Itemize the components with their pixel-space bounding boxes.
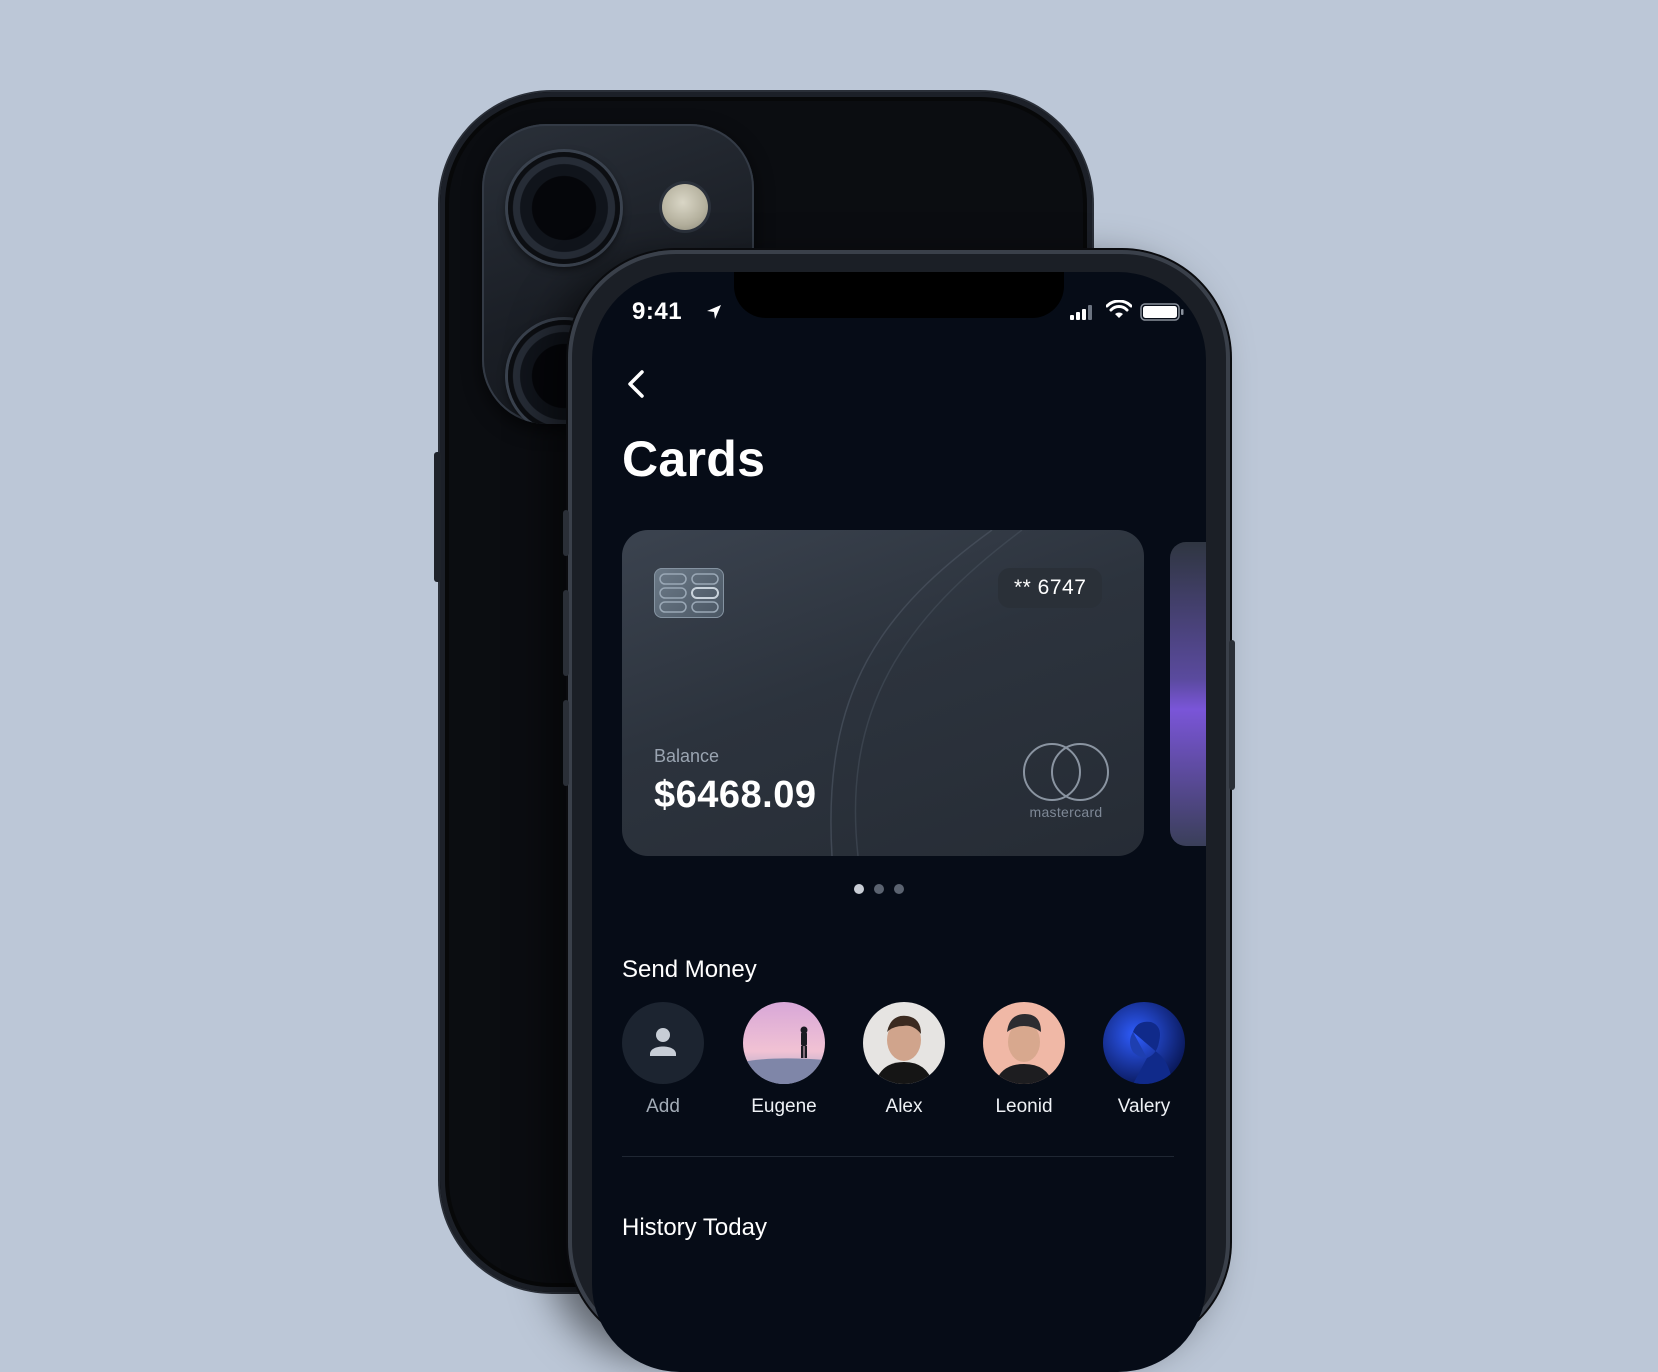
- front-phone: 9:41 Cards ** 6747 Balance $6468.09 mast…: [563, 250, 1235, 1372]
- location-arrow-icon: [707, 305, 721, 319]
- next-card-preview[interactable]: [1170, 542, 1206, 846]
- contact-name: Eugene: [751, 1096, 817, 1117]
- user-add-icon: [650, 1028, 676, 1056]
- send-money-title: Send Money: [622, 956, 757, 983]
- contact-name: Leonid: [995, 1096, 1053, 1117]
- balance-label: Balance: [654, 746, 720, 766]
- add-contact-button[interactable]: Add: [613, 1002, 713, 1118]
- battery-icon: [1140, 303, 1184, 321]
- front-phone-volume-button: [563, 700, 569, 786]
- bank-card[interactable]: ** 6747 Balance $6468.09 mastercard: [622, 530, 1144, 856]
- cellular-signal-icon: [1070, 305, 1092, 320]
- pagination-dot[interactable]: [894, 884, 904, 894]
- contact-leonid[interactable]: Leonid: [974, 1002, 1074, 1118]
- contact-valery[interactable]: Valery: [1094, 1002, 1194, 1118]
- contact-alex[interactable]: Alex: [854, 1002, 954, 1118]
- camera-lens-icon: [508, 152, 620, 264]
- wifi-icon: [1106, 300, 1132, 318]
- front-phone-volume-button: [563, 590, 569, 676]
- contact-name: Valery: [1117, 1096, 1171, 1117]
- pagination-dot[interactable]: [874, 884, 884, 894]
- avatar: [1103, 1002, 1185, 1084]
- pagination-dot-active[interactable]: [854, 884, 864, 894]
- flash-icon: [662, 184, 708, 230]
- notch: [734, 272, 1064, 318]
- card-number: ** 6747: [998, 568, 1103, 608]
- balance-amount: $6468.09: [654, 774, 817, 816]
- card-brand-text: mastercard: [1029, 804, 1103, 820]
- mastercard-logo-icon: [1023, 743, 1109, 801]
- app-screen: 9:41 Cards ** 6747 Balance $6468.09 mast…: [592, 272, 1206, 1372]
- card-pagination: [854, 884, 904, 894]
- contact-eugene[interactable]: Eugene: [734, 1002, 834, 1118]
- contacts-row: Add Eugene Alex Leonid Valery: [622, 1002, 1206, 1132]
- avatar: [863, 1002, 945, 1084]
- section-divider: [622, 1156, 1174, 1157]
- avatar: [743, 1002, 825, 1084]
- back-phone-side-button: [434, 452, 441, 582]
- page-title: Cards: [622, 431, 766, 487]
- contact-name: Alex: [885, 1096, 923, 1117]
- back-chevron-icon[interactable]: [618, 364, 658, 404]
- front-phone-power-button: [1229, 640, 1235, 790]
- card-chip-icon: [654, 568, 724, 618]
- avatar: [983, 1002, 1065, 1084]
- add-contact-label: Add: [646, 1096, 680, 1117]
- add-avatar: [622, 1002, 704, 1084]
- status-time: 9:41: [632, 298, 683, 325]
- front-phone-volume-button: [563, 510, 569, 556]
